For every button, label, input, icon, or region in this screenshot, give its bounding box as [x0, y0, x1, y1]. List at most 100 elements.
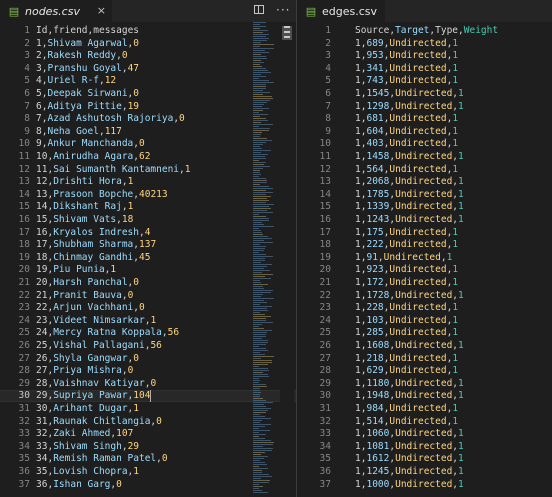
csv-weight-field: 1 [458, 478, 464, 490]
tab-nodes-csv[interactable]: ▤ nodes.csv × [0, 0, 112, 22]
code-line: 21 20,Harsh Panchal,0 [0, 277, 252, 289]
minimap-line [253, 52, 269, 53]
minimap-line [253, 216, 266, 217]
code-line: 31 1,984,Undirected,1 [297, 403, 552, 415]
csv-target-field: 2068 [366, 176, 390, 188]
code-line: 6 1,1545,Undirected,1 [297, 88, 552, 100]
line-number: 19 [319, 251, 331, 263]
minimap-line [253, 60, 261, 61]
minimap-line [253, 254, 266, 255]
minimap[interactable] [253, 22, 277, 497]
minimap-line [253, 80, 269, 81]
code-editor-right[interactable]: 1 Source,Target,Type,Weight 2 1,689,Undirec… [297, 22, 552, 497]
line-content: 1,228,Undirected,1 [355, 302, 458, 314]
minimap-line [253, 486, 263, 487]
csv-id-field: 15 [36, 214, 48, 225]
minimap-line [253, 42, 261, 43]
minimap-line [253, 302, 267, 303]
code-line: 13 1,2068,Undirected,1 [297, 176, 552, 188]
code-line: 32 1,514,Undirected,1 [297, 416, 552, 428]
line-content: 1,1060,Undirected,1 [355, 428, 464, 440]
minimap-line [253, 410, 268, 411]
line-content: 1,1298,Undirected,1 [355, 101, 464, 113]
line-content: 20,Harsh Panchal,0 [36, 277, 139, 289]
minimap-line [253, 58, 267, 59]
code-line: 23 22,Arjun Vachhani,0 [0, 302, 252, 314]
csv-messages-field: 4 [144, 226, 151, 238]
csv-weight-field: 1 [458, 428, 464, 440]
csv-weight-field: 1 [458, 201, 464, 213]
minimap-line [253, 260, 265, 261]
split-editor-icon[interactable] [254, 5, 264, 14]
line-number: 36 [319, 466, 331, 477]
line-content: 35,Lovish Chopra,1 [36, 466, 139, 478]
csv-type-field: Undirected [383, 251, 441, 263]
minimap-line [253, 492, 268, 493]
csv-id-field: 35 [36, 466, 48, 477]
minimap-line [253, 206, 269, 207]
line-number: 21 [18, 277, 30, 288]
line-content: 23,Videet Nimsarkar,1 [36, 315, 156, 327]
minimap-line [253, 466, 259, 467]
minimap-line [253, 372, 263, 373]
code-line: 11 10,Anirudha Agara,62 [0, 151, 252, 163]
code-line: 34 33,Shivam Singh,29 [0, 441, 252, 453]
minimap-line [253, 200, 269, 201]
line-content: 12,Drishti Hora,1 [36, 176, 133, 188]
minimap-line [253, 230, 261, 231]
csv-id-field: 33 [36, 440, 48, 452]
csv-target-field: 953 [366, 50, 384, 62]
csv-type-field: Undirected [389, 163, 447, 175]
code-line: 17 16,Kryalos Indresh,4 [0, 227, 252, 239]
csv-weight-field: 1 [452, 302, 459, 314]
close-icon[interactable]: × [97, 4, 106, 17]
tab-edges-csv[interactable]: ▤ edges.csv [297, 0, 385, 22]
minimap-line [253, 170, 260, 171]
code-line: 30 29,Supriya Pawar,104 [0, 390, 252, 403]
code-line: 16 15,Shivam Vats,18 [0, 214, 252, 226]
code-line: 36 1,1245,Undirected,1 [297, 466, 552, 478]
csv-messages-field: 62 [139, 151, 151, 162]
tab-bar-right: ▤ edges.csv [297, 0, 552, 22]
csv-friend-field: Shyla Gangwar [53, 352, 128, 364]
minimap-line [253, 262, 261, 263]
minimap-line [253, 140, 272, 141]
line-content: 24,Mercy Ratna Koppala,56 [36, 327, 179, 339]
line-number: 36 [18, 466, 30, 477]
minimap-line [253, 188, 273, 189]
minimap-line [253, 48, 274, 49]
csv-weight-field: 1 [458, 440, 464, 452]
line-number: 27 [18, 352, 30, 364]
code-editor-left[interactable]: 1 Id,friend,messages 2 1,Shivam Agarwal,0 3 2… [0, 22, 296, 497]
line-number: 9 [24, 125, 30, 137]
code-line: 5 4,Uriel R-f,12 [0, 75, 252, 87]
csv-target-field: 1060 [366, 428, 390, 440]
csv-target-field: 1785 [366, 188, 390, 200]
minimap-line [253, 426, 265, 427]
code-line: 27 26,Shyla Gangwar,0 [0, 353, 252, 365]
line-content: 27,Priya Mishra,0 [36, 365, 133, 377]
csv-target-field: 629 [366, 365, 384, 377]
minimap-line [253, 350, 268, 351]
csv-weight-field: 1 [458, 453, 464, 465]
line-number: 25 [319, 327, 331, 339]
csv-type-field: Undirected [395, 100, 453, 112]
more-actions-icon[interactable]: ··· [276, 3, 290, 17]
line-content: 1,953,Undirected,1 [355, 50, 458, 62]
minimap-line [253, 472, 262, 473]
line-number: 31 [18, 403, 30, 414]
minimap-line [253, 292, 271, 293]
line-content: 1,1458,Undirected,1 [355, 151, 464, 163]
vertical-scrollbar[interactable] [280, 22, 294, 497]
csv-weight-field: 1 [452, 327, 459, 339]
minimap-line [253, 406, 266, 407]
csv-target-field: 91 [366, 251, 378, 263]
code-line: 20 19,Piu Punia,1 [0, 264, 252, 276]
minimap-line [253, 322, 273, 323]
minimap-line [253, 176, 259, 177]
minimap-line [253, 154, 268, 155]
minimap-line [253, 184, 260, 185]
csv-type-field: Undirected [395, 88, 453, 99]
code-line: 14 1,1785,Undirected,1 [297, 189, 552, 201]
csv-friend-field: Harsh Panchal [53, 277, 128, 288]
